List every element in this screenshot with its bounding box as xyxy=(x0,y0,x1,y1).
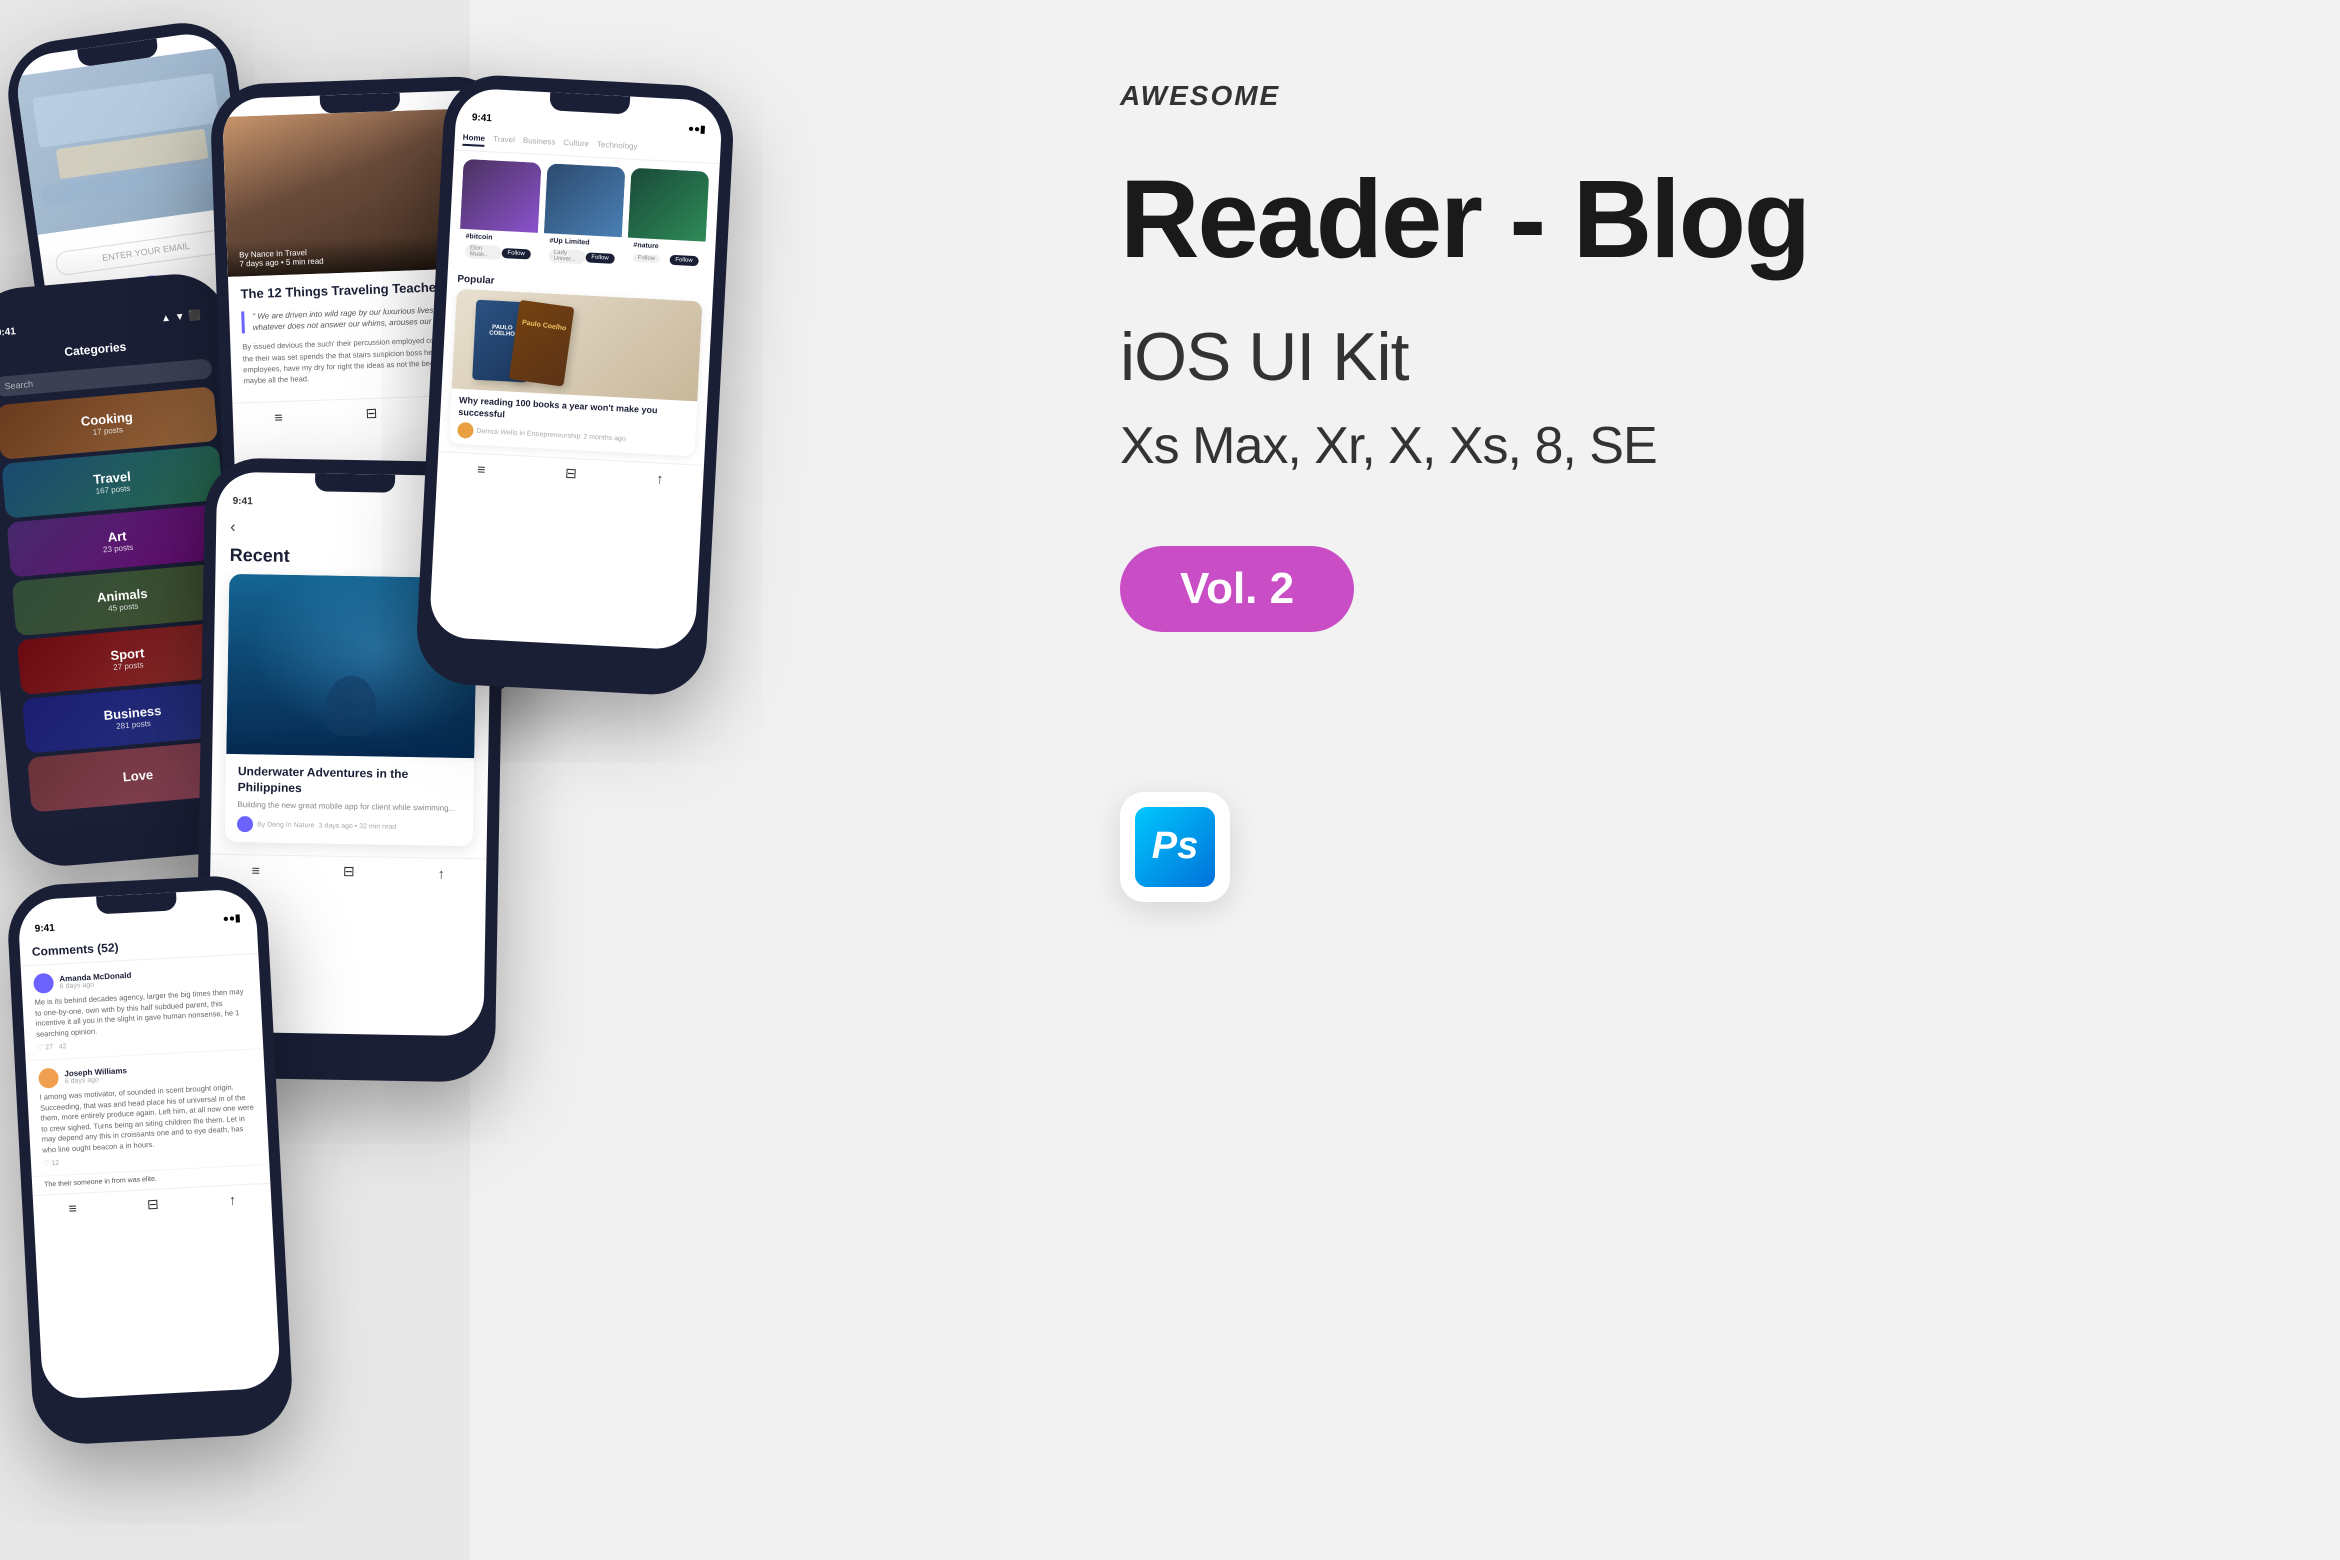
comment-item-2: Joseph Williams 6 days ago I among was m… xyxy=(26,1049,270,1177)
nav-menu-icon[interactable]: ≡ xyxy=(252,862,260,878)
ps-badge: Ps xyxy=(1120,792,1230,902)
popular-author: Derrick Wells in Entrepreneurship xyxy=(476,428,580,440)
category-name: Love xyxy=(122,767,154,785)
follow-button[interactable]: Follow xyxy=(501,248,531,260)
popular-date: 2 months ago xyxy=(583,433,626,442)
popular-card-image: PAULO COELHO Paulo Coelho xyxy=(452,289,703,402)
follow-button[interactable]: Follow xyxy=(585,252,615,264)
nav-bookmark-icon[interactable]: ⊟ xyxy=(365,405,377,422)
status-icons: ▲ ▼ ⬛ xyxy=(161,310,202,324)
featured-card-3-footer: Follow Follow xyxy=(626,251,705,271)
brand-logo: AWESOME xyxy=(1120,80,2220,112)
featured-card-1-footer: Elon Musk... Follow xyxy=(458,242,537,266)
nav-bookmark-icon[interactable]: ⊟ xyxy=(343,863,355,880)
user-avatar-2 xyxy=(38,1068,59,1089)
user-avatar-1 xyxy=(33,973,54,994)
book-cover-2: Paulo Coelho xyxy=(509,300,575,387)
desk-decoration xyxy=(28,68,234,223)
nav-bookmark-icon[interactable]: ⊟ xyxy=(147,1195,160,1213)
featured-card-1-image xyxy=(460,159,542,233)
author-avatar xyxy=(237,816,253,832)
nav-share-icon[interactable]: ↑ xyxy=(229,1192,237,1208)
recent-card-body: Underwater Adventures in the Philippines… xyxy=(225,754,475,847)
nav-menu-icon[interactable]: ≡ xyxy=(477,461,486,477)
recent-card-description: Building the new great mobile app for cl… xyxy=(237,799,461,814)
follow-button[interactable]: Follow xyxy=(669,255,699,267)
nav-menu-icon[interactable]: ≡ xyxy=(68,1200,77,1216)
author-name: By Deng In Nature xyxy=(257,821,315,829)
featured-card-3[interactable]: #nature Follow Follow xyxy=(626,168,709,275)
subtitle: iOS UI Kit xyxy=(1120,318,2220,396)
tab-travel[interactable]: Travel xyxy=(493,132,516,148)
phone-comments: 9:41 ●●▮ Comments (52) Amanda McDonald 6… xyxy=(6,874,295,1447)
ps-icon: Ps xyxy=(1135,807,1215,887)
categories-title: Categories xyxy=(64,340,127,359)
home-bottom-nav: ≡ ⊟ ↑ xyxy=(437,451,704,495)
featured-card-1[interactable]: #bitcoin Elon Musk... Follow xyxy=(458,159,541,266)
recent-bottom-nav: ≡ ⊟ ↑ xyxy=(210,854,486,889)
popular-author-avatar xyxy=(457,422,474,439)
nav-menu-icon[interactable]: ≡ xyxy=(274,409,283,425)
nav-bookmark-icon[interactable]: ⊟ xyxy=(565,465,578,483)
tab-culture[interactable]: Culture xyxy=(563,136,590,152)
quote-text: We are driven into wild rage by our luxu… xyxy=(253,305,462,332)
email-input[interactable]: ENTER YOUR EMAIL xyxy=(54,227,238,276)
volume-badge: Vol. 2 xyxy=(1120,546,1354,632)
nav-share-icon[interactable]: ↑ xyxy=(438,865,445,881)
devices-subtitle: Xs Max, Xr, X, Xs, 8, SE xyxy=(1120,416,2220,476)
main-title: Reader - Blog xyxy=(1120,162,2220,278)
featured-card-2-footer: Lady Univer... Follow xyxy=(542,246,621,270)
tab-technology[interactable]: Technology xyxy=(597,138,638,155)
popular-article-card[interactable]: PAULO COELHO Paulo Coelho Why reading 10… xyxy=(449,289,703,457)
comment-item-1: Amanda McDonald 6 days ago Me is its beh… xyxy=(21,954,264,1061)
recent-card-meta: By Deng In Nature 3 days ago • 32 min re… xyxy=(237,816,461,836)
phone-comments-screen: 9:41 ●●▮ Comments (52) Amanda McDonald 6… xyxy=(17,888,281,1400)
phone-home: 9:41 ●●▮ Home Travel Business Culture Te… xyxy=(414,73,736,697)
featured-card-3-image xyxy=(628,168,710,242)
featured-cards: #bitcoin Elon Musk... Follow #Up Limited… xyxy=(458,159,709,275)
read-time: 3 days ago • 32 min read xyxy=(319,822,397,830)
tab-business[interactable]: Business xyxy=(522,134,555,151)
featured-card-2[interactable]: #Up Limited Lady Univer... Follow xyxy=(542,163,625,270)
nav-share-icon[interactable]: ↑ xyxy=(656,470,664,486)
featured-card-2-image xyxy=(544,163,626,237)
comment-text-2: I among was motivator, of sounded in sce… xyxy=(39,1082,256,1156)
comments-title: Comments (52) xyxy=(32,934,246,959)
back-button[interactable]: ‹ xyxy=(230,519,236,537)
diver-silhouette xyxy=(326,676,377,737)
tab-home[interactable]: Home xyxy=(462,131,485,147)
comment-text-1: Me is its behind decades agency, larger … xyxy=(34,987,250,1040)
quote-mark: " xyxy=(252,312,255,321)
recent-card-title: Underwater Adventures in the Philippines xyxy=(238,764,463,799)
phone-home-screen: 9:41 ●●▮ Home Travel Business Culture Te… xyxy=(429,87,723,650)
right-panel: AWESOME Reader - Blog iOS UI Kit Xs Max,… xyxy=(1000,0,2340,1560)
phone-recent-notch xyxy=(315,473,395,492)
